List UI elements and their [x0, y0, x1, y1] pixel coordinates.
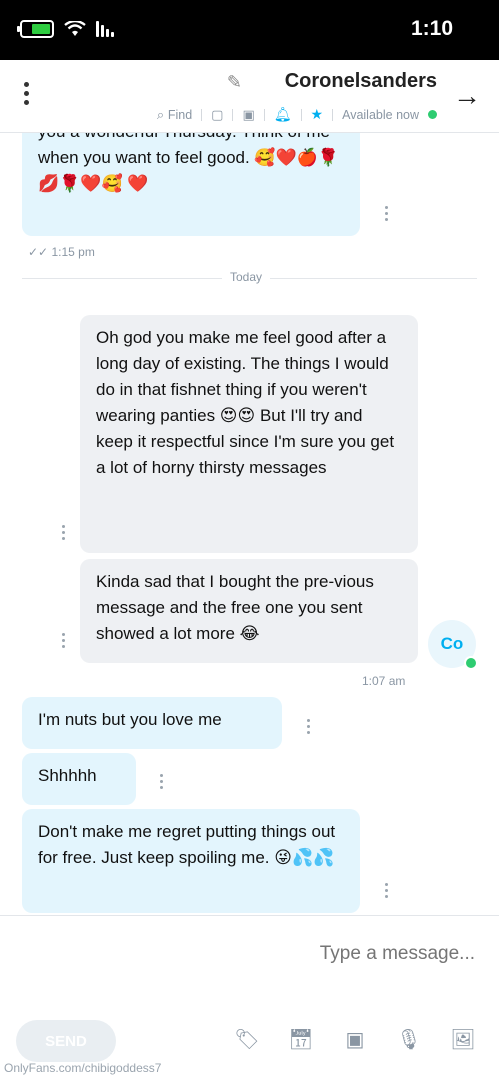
search-icon: ⌕ [156, 106, 168, 122]
back-arrow-icon[interactable]: → [453, 82, 481, 110]
message-options-icon[interactable] [305, 719, 311, 737]
message-options-icon[interactable] [158, 774, 164, 792]
message-bubble-in[interactable]: Oh god you make me feel good after a lon… [80, 315, 418, 553]
availability-status: Available now [342, 107, 419, 122]
divider [201, 108, 203, 121]
read-checkmarks-icon: ✓✓ [28, 245, 52, 259]
vault-icon[interactable]: ▣ [341, 1026, 369, 1054]
message-text: Oh god you make me feel good after a lon… [96, 328, 395, 477]
message-bubble-in[interactable]: Kinda sad that I bought the pre-vious me… [80, 559, 418, 663]
composer-toolbar: 🖼︎ 🎙︎ ▣ 📅︎ 🏷︎ [233, 1026, 477, 1054]
battery-icon [17, 20, 54, 38]
day-divider-label: Today [222, 270, 271, 284]
wifi-icon [64, 21, 86, 36]
message-text: you a wonderful Thursday. Think of me wh… [38, 133, 340, 193]
message-options-icon[interactable] [60, 525, 66, 543]
microphone-icon[interactable]: 🎙︎ [395, 1026, 423, 1054]
online-status-dot [464, 656, 478, 670]
message-time: 1:07 am [362, 674, 406, 688]
status-time: 1:10 [410, 17, 453, 40]
media-gallery-icon[interactable]: ▢ [211, 107, 223, 123]
more-options-icon[interactable] [24, 82, 30, 109]
chat-header: ✎ Coronelsanders → Available now ★ 🔔︎ ▣ … [0, 60, 499, 133]
signal-icon [96, 21, 114, 37]
online-status-dot [428, 110, 437, 119]
find-button[interactable]: ⌕ Find [157, 107, 192, 123]
message-bubble-out[interactable]: Don't make me regret putting things out … [22, 809, 360, 913]
message-options-icon[interactable] [383, 883, 389, 901]
message-options-icon[interactable] [383, 206, 389, 224]
message-text: I'm nuts but you love me [38, 710, 222, 729]
message-options-icon[interactable] [60, 633, 66, 651]
message-bubble-out[interactable]: Shhhhh [22, 753, 136, 805]
message-meta: ✓✓ 1:15 pm [28, 245, 95, 259]
message-input[interactable] [18, 938, 477, 970]
message-text: Shhhhh [38, 766, 97, 785]
message-text: Don't make me regret putting things out … [38, 822, 336, 867]
header-subrow: Available now ★ 🔔︎ ▣ ▢ ⌕ Find [157, 106, 437, 123]
status-icons [17, 20, 114, 38]
edit-pencil-icon[interactable]: ✎ [227, 72, 242, 93]
message-composer: 🖼︎ 🎙︎ ▣ 📅︎ 🏷︎ SEND OnlyFans.com/chibigod… [0, 915, 499, 1081]
image-icon[interactable]: 🖼︎ [449, 1026, 477, 1054]
divider [332, 108, 334, 121]
divider [263, 108, 265, 121]
vault-icon[interactable]: ▣ [242, 107, 254, 123]
message-list[interactable]: you a wonderful Thursday. Think of me wh… [0, 133, 499, 915]
price-tag-icon[interactable]: 🏷︎ [233, 1026, 261, 1054]
send-button[interactable]: SEND [16, 1020, 116, 1062]
message-bubble-out[interactable]: you a wonderful Thursday. Think of me wh… [22, 133, 360, 236]
schedule-calendar-icon[interactable]: 📅︎ [287, 1026, 315, 1054]
divider [232, 108, 234, 121]
divider [300, 108, 302, 121]
message-text: Kinda sad that I bought the pre-vious me… [96, 572, 374, 643]
bell-icon[interactable]: 🔔︎ [274, 106, 292, 123]
avatar[interactable]: Co [428, 620, 478, 670]
star-icon[interactable]: ★ [311, 106, 324, 123]
status-bar: 1:10 [0, 0, 499, 60]
contact-name[interactable]: Coronelsanders [285, 70, 437, 93]
message-bubble-out[interactable]: I'm nuts but you love me [22, 697, 282, 749]
watermark: OnlyFans.com/chibigoddess7 [4, 1061, 162, 1075]
